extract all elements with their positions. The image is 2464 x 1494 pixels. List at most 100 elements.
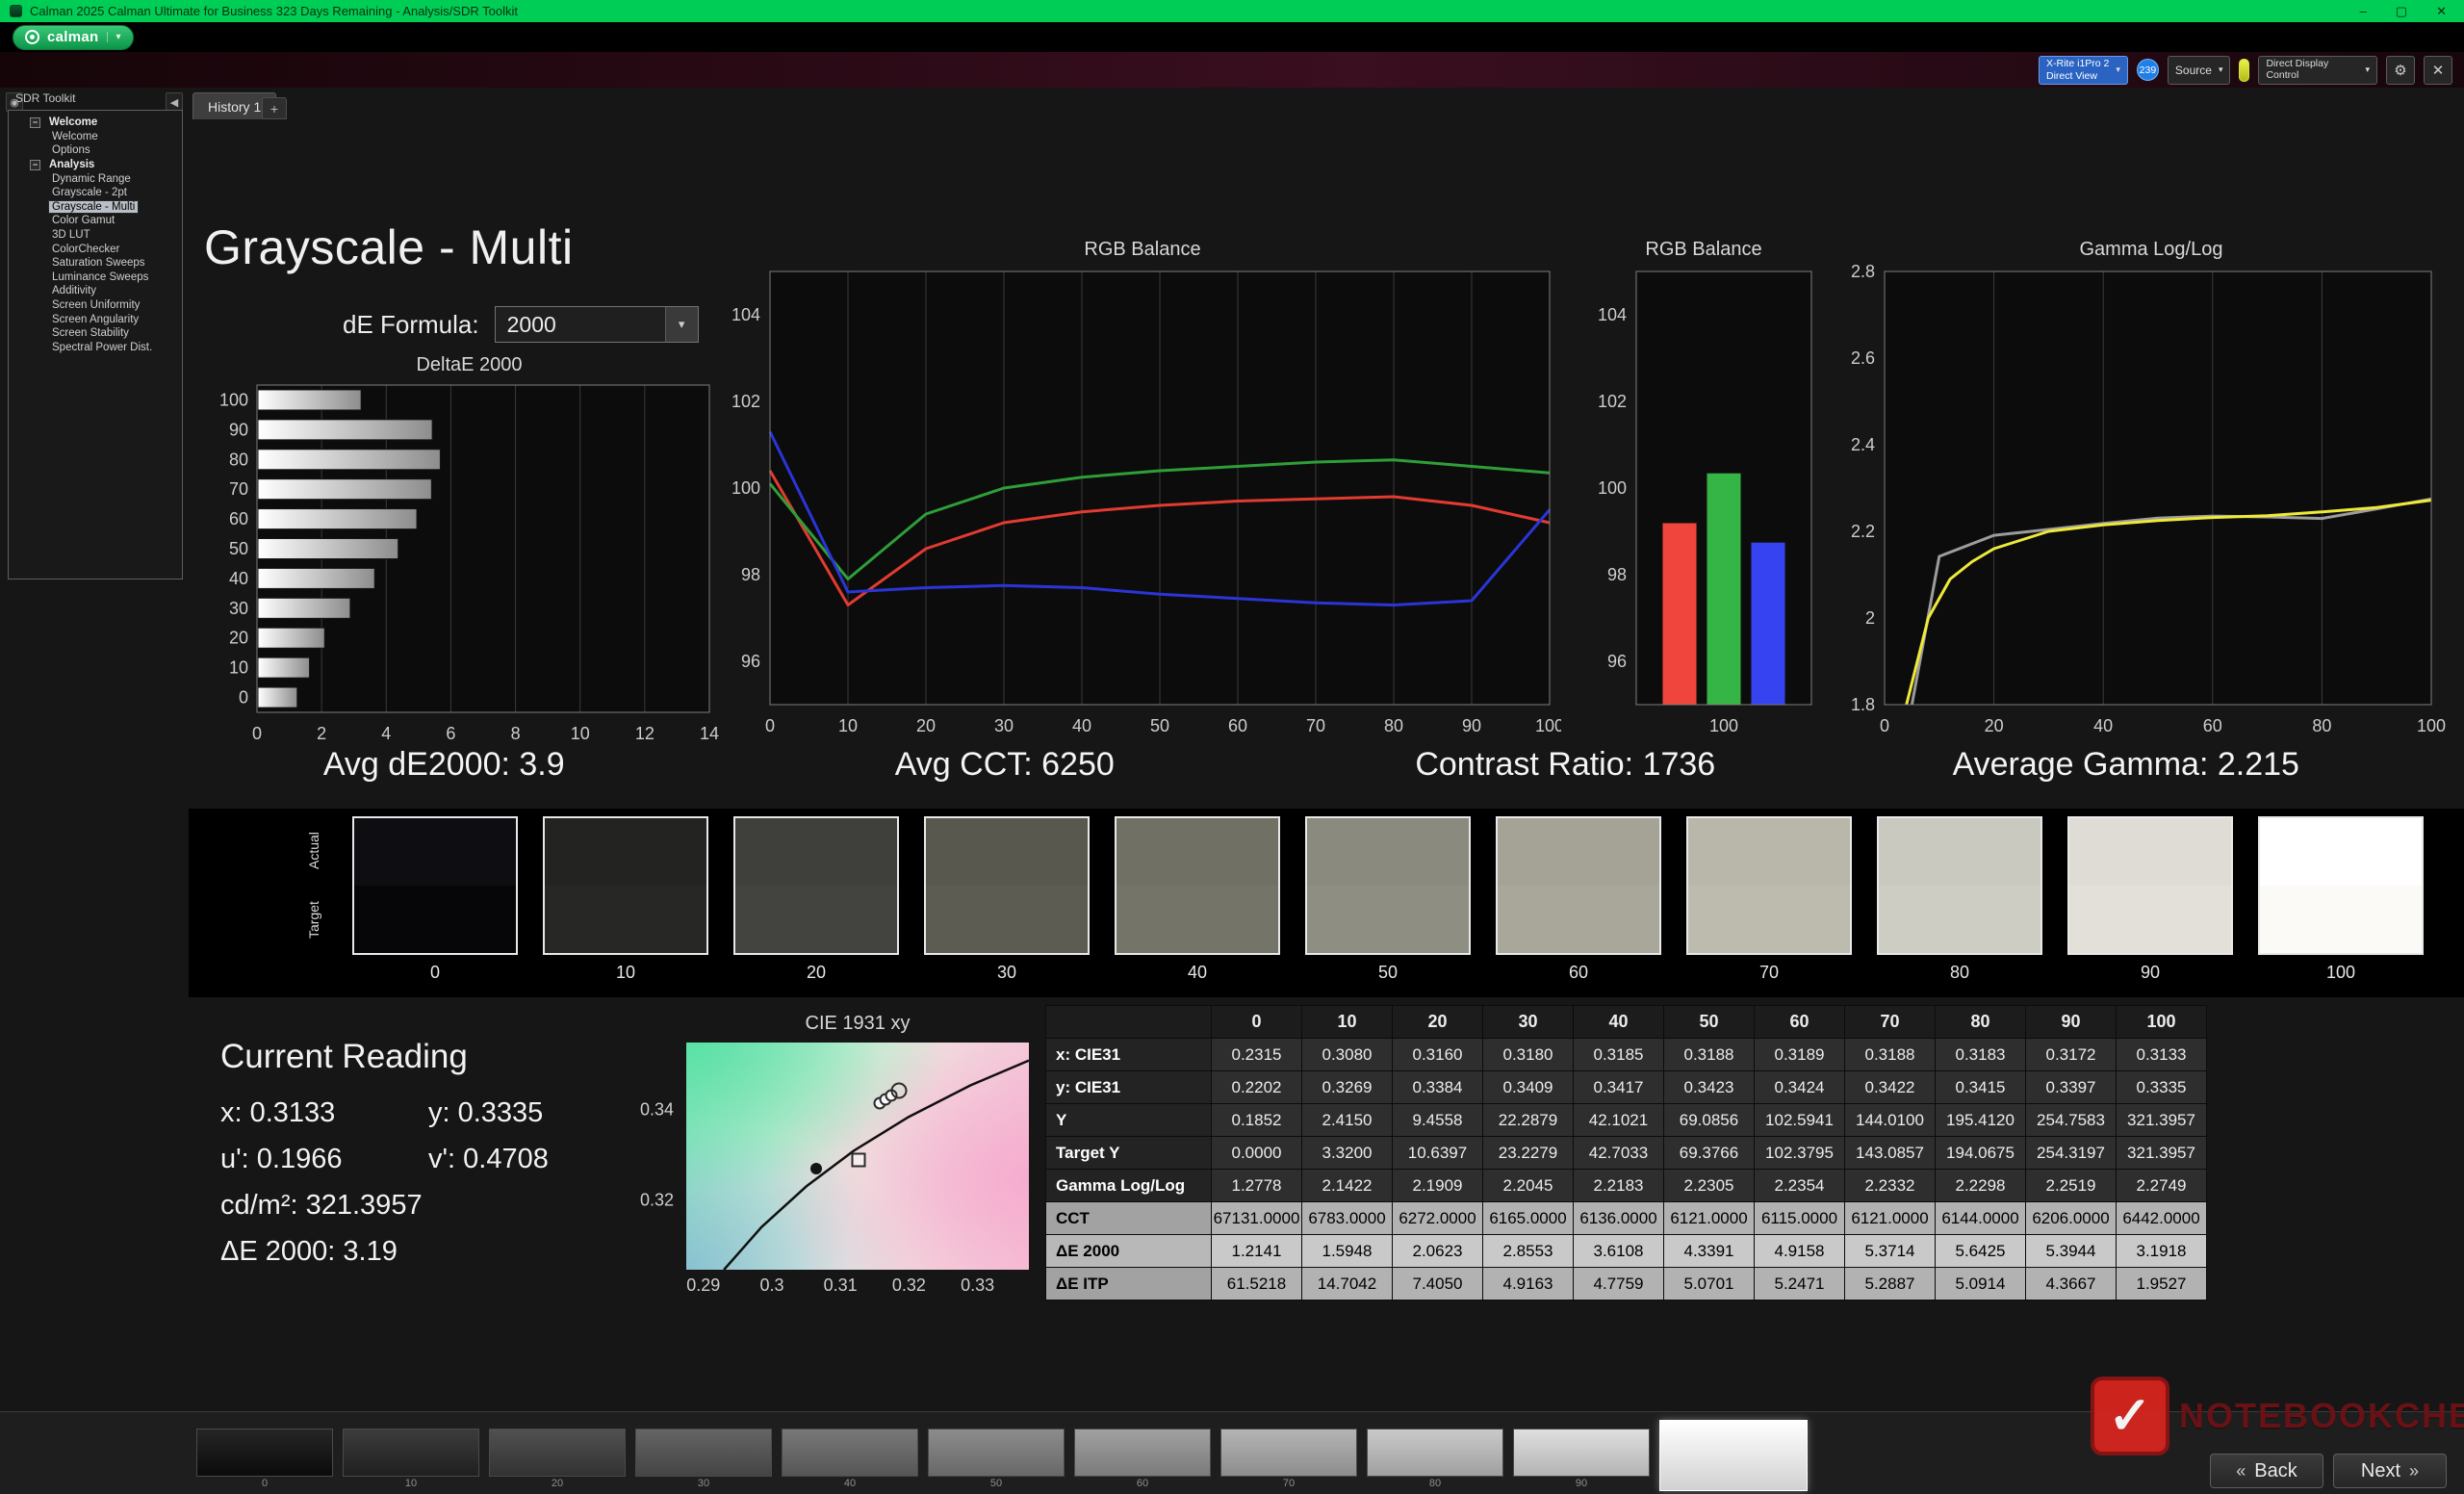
table-cell: 1.5948 xyxy=(1301,1234,1393,1268)
level-swatch xyxy=(635,1429,772,1477)
swatch-target xyxy=(1116,886,1278,953)
sidebar-item[interactable]: Options xyxy=(9,143,182,158)
svg-text:60: 60 xyxy=(2203,716,2222,735)
panel-close-button[interactable]: ✕ xyxy=(2424,55,2452,85)
next-button[interactable]: Next » xyxy=(2333,1454,2447,1488)
level-button[interactable]: 20 xyxy=(489,1429,626,1491)
sidebar-item-label: Saturation Sweeps xyxy=(52,257,145,270)
sidebar-item-label: Additivity xyxy=(52,285,97,297)
sidebar-item[interactable]: Screen Angularity xyxy=(9,312,182,326)
table-cell: 0.3409 xyxy=(1482,1070,1574,1104)
svg-text:60: 60 xyxy=(229,509,248,528)
table-column-header: 0 xyxy=(1211,1005,1302,1039)
level-button[interactable]: 40 xyxy=(782,1429,918,1491)
sidebar-item[interactable]: Welcome xyxy=(9,130,182,144)
sidebar-item[interactable]: Additivity xyxy=(9,284,182,298)
level-swatch xyxy=(928,1429,1065,1477)
table-cell: 2.2354 xyxy=(1754,1169,1845,1202)
sidebar-item[interactable]: Luminance Sweeps xyxy=(9,270,182,285)
level-button[interactable]: 30 xyxy=(635,1429,772,1491)
source-dropdown[interactable]: Source ▾ xyxy=(2167,55,2231,85)
table-column-header: 40 xyxy=(1573,1005,1664,1039)
table-cell: 6115.0000 xyxy=(1754,1201,1845,1235)
chevron-left-icon: ◀ xyxy=(169,96,179,109)
level-button[interactable]: 70 xyxy=(1220,1429,1357,1491)
chevron-down-icon: ▾ xyxy=(2116,64,2120,74)
table-row: y: CIE31 0.2202 0.3269 0.3384 0.3409 0.3417 0.… xyxy=(1045,1070,2207,1104)
target-row-label: Target xyxy=(306,901,321,940)
svg-text:100: 100 xyxy=(1598,478,1627,498)
window-titlebar: Calman 2025 Calman Ultimate for Business… xyxy=(0,0,2464,22)
actual-row-label: Actual xyxy=(306,832,321,870)
level-button[interactable]: 100 xyxy=(1659,1420,1808,1491)
table-cell: 0.3172 xyxy=(2025,1038,2117,1071)
swatch-level-label: 70 xyxy=(1758,963,1780,982)
table-column-header: 100 xyxy=(2116,1005,2207,1039)
level-button[interactable]: 80 xyxy=(1367,1429,1503,1491)
sidebar-item[interactable]: − Analysis xyxy=(9,158,182,172)
axis-tick-label: 0.31 xyxy=(823,1275,858,1295)
settings-button[interactable]: ⚙ xyxy=(2386,55,2415,85)
table-cell: 0.3080 xyxy=(1301,1038,1393,1071)
collapse-icon[interactable]: − xyxy=(30,159,40,170)
gamma-chart-title: Gamma Log/Log xyxy=(2079,239,2223,260)
sidebar-item[interactable]: − Welcome xyxy=(9,116,182,130)
table-cell: 3.1918 xyxy=(2116,1234,2207,1268)
close-button[interactable]: ✕ xyxy=(2436,5,2447,17)
svg-text:80: 80 xyxy=(229,450,248,469)
level-label: 30 xyxy=(697,1478,710,1489)
add-tab-button[interactable]: + xyxy=(262,97,287,119)
sidebar-item[interactable]: Grayscale - Multi xyxy=(9,199,182,215)
swatch-level-label: 100 xyxy=(2325,963,2356,982)
swatch-target xyxy=(1498,886,1659,953)
sidebar-item[interactable]: 3D LUT xyxy=(9,228,182,243)
de-formula-select[interactable]: 2000 ▾ xyxy=(494,306,699,343)
level-button[interactable]: 90 xyxy=(1513,1429,1650,1491)
sidebar-collapse-button[interactable]: ◀ xyxy=(166,92,183,112)
level-button[interactable]: 10 xyxy=(343,1429,479,1491)
minimize-button[interactable]: – xyxy=(2360,5,2367,17)
level-swatch xyxy=(196,1429,333,1477)
reference-point xyxy=(810,1162,823,1174)
rgb-balance-bar-red xyxy=(1661,522,1698,706)
grayscale-swatch-row: 0 10 20 30 40 50 60 70 80 90 100 xyxy=(352,816,2424,983)
pattern-status-badge xyxy=(2239,58,2250,82)
level-swatch xyxy=(1220,1429,1357,1477)
level-button[interactable]: 50 xyxy=(928,1429,1065,1491)
table-cell: 1.2778 xyxy=(1211,1169,1302,1202)
gear-icon: ⚙ xyxy=(2394,62,2407,79)
sidebar-item[interactable]: Screen Stability xyxy=(9,326,182,341)
collapse-icon[interactable]: − xyxy=(30,116,40,128)
cie-plot-area xyxy=(686,1043,1029,1270)
sidebar-item[interactable]: Grayscale - 2pt xyxy=(9,186,182,200)
table-cell: 2.1909 xyxy=(1392,1169,1483,1202)
sidebar-item[interactable]: Screen Uniformity xyxy=(9,298,182,313)
level-label: 60 xyxy=(1136,1478,1149,1489)
table-cell: 0.3185 xyxy=(1573,1038,1664,1071)
svg-text:10: 10 xyxy=(838,716,858,735)
level-button[interactable]: 60 xyxy=(1074,1429,1211,1491)
table-cell: 61.5218 xyxy=(1211,1267,1302,1301)
sidebar-item-label: Dynamic Range xyxy=(52,172,131,185)
sidebar-item[interactable]: Dynamic Range xyxy=(9,171,182,186)
maximize-button[interactable]: ▢ xyxy=(2396,5,2407,17)
level-selector-row: 0 10 20 30 40 50 60 70 80 90 100 xyxy=(196,1420,1808,1491)
sidebar-item[interactable]: Saturation Sweeps xyxy=(9,256,182,270)
sidebar-item[interactable]: Color Gamut xyxy=(9,214,182,228)
svg-text:100: 100 xyxy=(1709,716,1738,735)
table-cell: 5.3944 xyxy=(2025,1234,2117,1268)
level-button[interactable]: 0 xyxy=(196,1429,333,1491)
meter-dropdown[interactable]: X-Rite i1Pro 2 Direct View ▾ xyxy=(2039,55,2128,85)
sidebar-item[interactable]: ColorChecker xyxy=(9,242,182,256)
sidebar-tree: − Welcome Welcome Options − Analysis Dynamic R… xyxy=(8,110,183,580)
svg-text:2: 2 xyxy=(317,724,326,743)
table-cell: 42.7033 xyxy=(1573,1136,1664,1170)
deltae-bar xyxy=(257,567,375,589)
gamma-chart: Gamma Log/Log 0 20 40 60 80 100 2.8 2.6 2.4 2.2 2 1… xyxy=(1838,237,2464,738)
swatch-actual xyxy=(1688,818,1850,886)
table-column-header: 90 xyxy=(2025,1005,2117,1039)
back-button[interactable]: « Back xyxy=(2210,1454,2323,1488)
sidebar-item[interactable]: Spectral Power Dist. xyxy=(9,341,182,355)
display-control-dropdown[interactable]: Direct Display Control ▾ xyxy=(2258,55,2377,85)
calman-logo-button[interactable]: calman ▾ xyxy=(13,24,134,50)
